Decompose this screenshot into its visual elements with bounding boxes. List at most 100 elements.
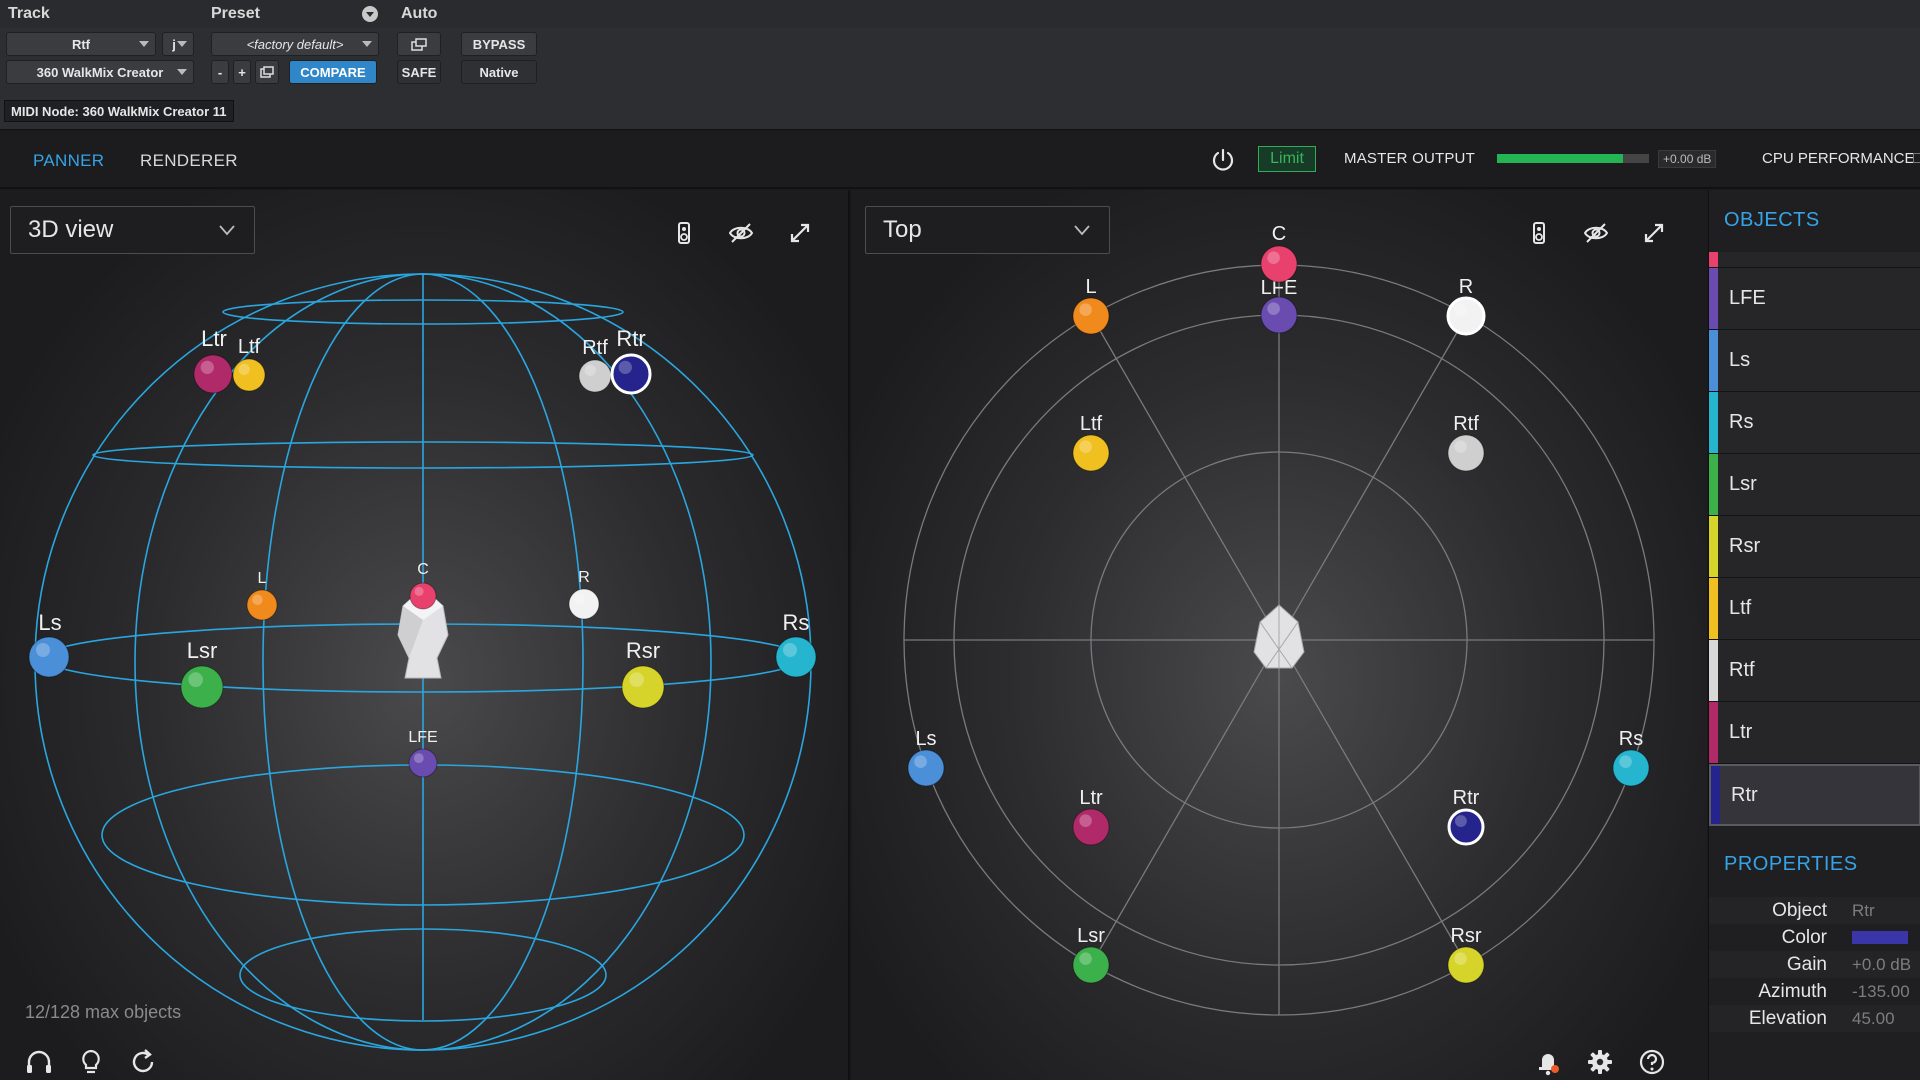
bypass-button[interactable]: BYPASS	[461, 32, 537, 56]
lightbulb-icon[interactable]	[76, 1047, 106, 1077]
speaker-ltr[interactable]: Ltr	[193, 326, 233, 394]
top-view-field[interactable]: LFE C L R Ltf Rtf Ls Rs Ltr Rtr Lsr Rsr	[852, 190, 1707, 1080]
property-value[interactable]: Rtr	[1852, 901, 1875, 921]
compare-button[interactable]: COMPARE	[289, 60, 377, 84]
panner-top-view[interactable]: LFE C L R Ltf Rtf Ls Rs Ltr Rtr Lsr Rsr Top	[852, 190, 1707, 1080]
speaker-lsr[interactable]: Lsr	[180, 638, 224, 709]
speaker-marker[interactable]	[1072, 946, 1110, 984]
help-icon[interactable]	[1637, 1047, 1667, 1077]
preset-copy-button[interactable]	[255, 60, 279, 84]
speaker-marker[interactable]	[1072, 434, 1110, 472]
property-value[interactable]: 45.00	[1852, 1009, 1895, 1029]
speaker-rsr[interactable]: Rsr	[1447, 925, 1485, 984]
speaker-rtr[interactable]: Rtr	[610, 326, 652, 395]
speaker-marker[interactable]	[621, 665, 665, 709]
objects-sidebar: OBJECTS LFE Ls Rs Lsr Rsr Ltf Rtf Ltr Rtr PROPER…	[1708, 190, 1920, 1080]
speaker-ls[interactable]: Ls	[28, 610, 70, 678]
limit-button[interactable]: Limit	[1258, 146, 1316, 172]
sphere-field[interactable]: Ltr Ltf Rtf Rtr C L R Ls Rs Lsr Rsr LFE	[0, 190, 850, 1080]
speaker-lsr[interactable]: Lsr	[1072, 925, 1110, 984]
eye-off-icon[interactable]	[728, 220, 754, 246]
track-mode-select[interactable]: j	[162, 32, 194, 56]
speaker-r[interactable]: R	[568, 569, 600, 620]
object-list-item[interactable]: Ltf	[1709, 578, 1920, 640]
speaker-rsr[interactable]: Rsr	[621, 638, 665, 709]
speaker-marker[interactable]	[1072, 808, 1110, 846]
speaker-l[interactable]: L	[1072, 276, 1110, 335]
power-icon[interactable]	[1209, 146, 1237, 174]
expand-icon[interactable]	[1641, 220, 1667, 246]
color-swatch[interactable]	[1852, 931, 1908, 944]
speaker-icon[interactable]	[671, 220, 697, 246]
object-list-item[interactable]	[1709, 252, 1920, 268]
preset-prev-button[interactable]: -	[211, 60, 229, 84]
speaker-rs[interactable]: Rs	[1612, 728, 1650, 787]
speaker-marker[interactable]	[1447, 808, 1485, 846]
speaker-marker[interactable]	[578, 359, 612, 393]
native-button[interactable]: Native	[461, 60, 537, 84]
speaker-c[interactable]: C	[409, 561, 437, 610]
notification-icon[interactable]	[1533, 1047, 1563, 1077]
object-list-item[interactable]: LFE	[1709, 268, 1920, 330]
speaker-marker[interactable]	[1447, 434, 1485, 472]
speaker-marker[interactable]	[180, 665, 224, 709]
speaker-rtf[interactable]: Rtf	[1447, 413, 1485, 472]
speaker-marker[interactable]	[28, 636, 70, 678]
speaker-marker[interactable]	[1447, 946, 1485, 984]
view-mode-select[interactable]: 3D view	[10, 206, 255, 254]
speaker-marker[interactable]	[1260, 296, 1298, 334]
eye-off-icon[interactable]	[1583, 220, 1609, 246]
speaker-rtf[interactable]: Rtf	[578, 337, 612, 393]
panner-3d-view[interactable]: Ltr Ltf Rtf Rtr C L R Ls Rs Lsr Rsr LFE 3D view 12/…	[0, 190, 850, 1080]
speaker-marker[interactable]	[568, 588, 600, 620]
object-list-item[interactable]: Rtr	[1709, 764, 1920, 826]
speaker-icon[interactable]	[1526, 220, 1552, 246]
object-list-item[interactable]: Rs	[1709, 392, 1920, 454]
speaker-marker[interactable]	[610, 353, 652, 395]
speaker-marker[interactable]	[907, 749, 945, 787]
preset-next-button[interactable]: +	[233, 60, 251, 84]
speaker-r[interactable]: R	[1446, 276, 1486, 336]
object-list-item[interactable]: Rsr	[1709, 516, 1920, 578]
speaker-ltf[interactable]: Ltf	[232, 336, 266, 392]
speaker-c[interactable]: C	[1260, 223, 1298, 283]
speaker-marker[interactable]	[1260, 245, 1298, 283]
property-value[interactable]: +0.0 dB	[1852, 955, 1911, 975]
track-select[interactable]: Rtf	[6, 32, 156, 56]
object-list-item[interactable]: Rtf	[1709, 640, 1920, 702]
top-view-select[interactable]: Top	[865, 206, 1110, 254]
speaker-ltf[interactable]: Ltf	[1072, 413, 1110, 472]
object-list-item[interactable]: Ltr	[1709, 702, 1920, 764]
tab-renderer[interactable]: RENDERER	[140, 151, 238, 171]
preset-menu-icon[interactable]	[362, 6, 378, 22]
speaker-marker[interactable]	[246, 589, 278, 621]
object-list-item[interactable]: Lsr	[1709, 454, 1920, 516]
speaker-rtr[interactable]: Rtr	[1447, 787, 1485, 846]
speaker-marker[interactable]	[409, 582, 437, 610]
tab-panner[interactable]: PANNER	[33, 151, 104, 171]
plugin-select[interactable]: 360 WalkMix Creator	[6, 60, 194, 84]
speaker-marker[interactable]	[232, 358, 266, 392]
preset-select[interactable]: <factory default>	[211, 32, 379, 56]
speaker-lfe[interactable]: LFE	[1260, 277, 1298, 334]
safe-button[interactable]: SAFE	[397, 60, 441, 84]
headphones-icon[interactable]	[24, 1047, 54, 1077]
speaker-marker[interactable]	[1612, 749, 1650, 787]
speaker-marker[interactable]	[1072, 297, 1110, 335]
speaker-label: Rsr	[1450, 925, 1481, 947]
expand-icon[interactable]	[787, 220, 813, 246]
speaker-marker[interactable]	[193, 354, 233, 394]
speaker-marker[interactable]	[408, 748, 438, 778]
speaker-lfe[interactable]: LFE	[408, 729, 438, 778]
object-list-item[interactable]: Ls	[1709, 330, 1920, 392]
automation-button[interactable]	[397, 32, 441, 56]
gear-icon[interactable]	[1585, 1047, 1615, 1077]
speaker-ltr[interactable]: Ltr	[1072, 787, 1110, 846]
speaker-rs[interactable]: Rs	[775, 610, 817, 678]
refresh-icon[interactable]	[128, 1047, 158, 1077]
speaker-marker[interactable]	[775, 636, 817, 678]
property-value[interactable]: -135.00	[1852, 982, 1910, 1002]
speaker-ls[interactable]: Ls	[907, 728, 945, 787]
speaker-marker[interactable]	[1446, 296, 1486, 336]
speaker-l[interactable]: L	[246, 570, 278, 621]
